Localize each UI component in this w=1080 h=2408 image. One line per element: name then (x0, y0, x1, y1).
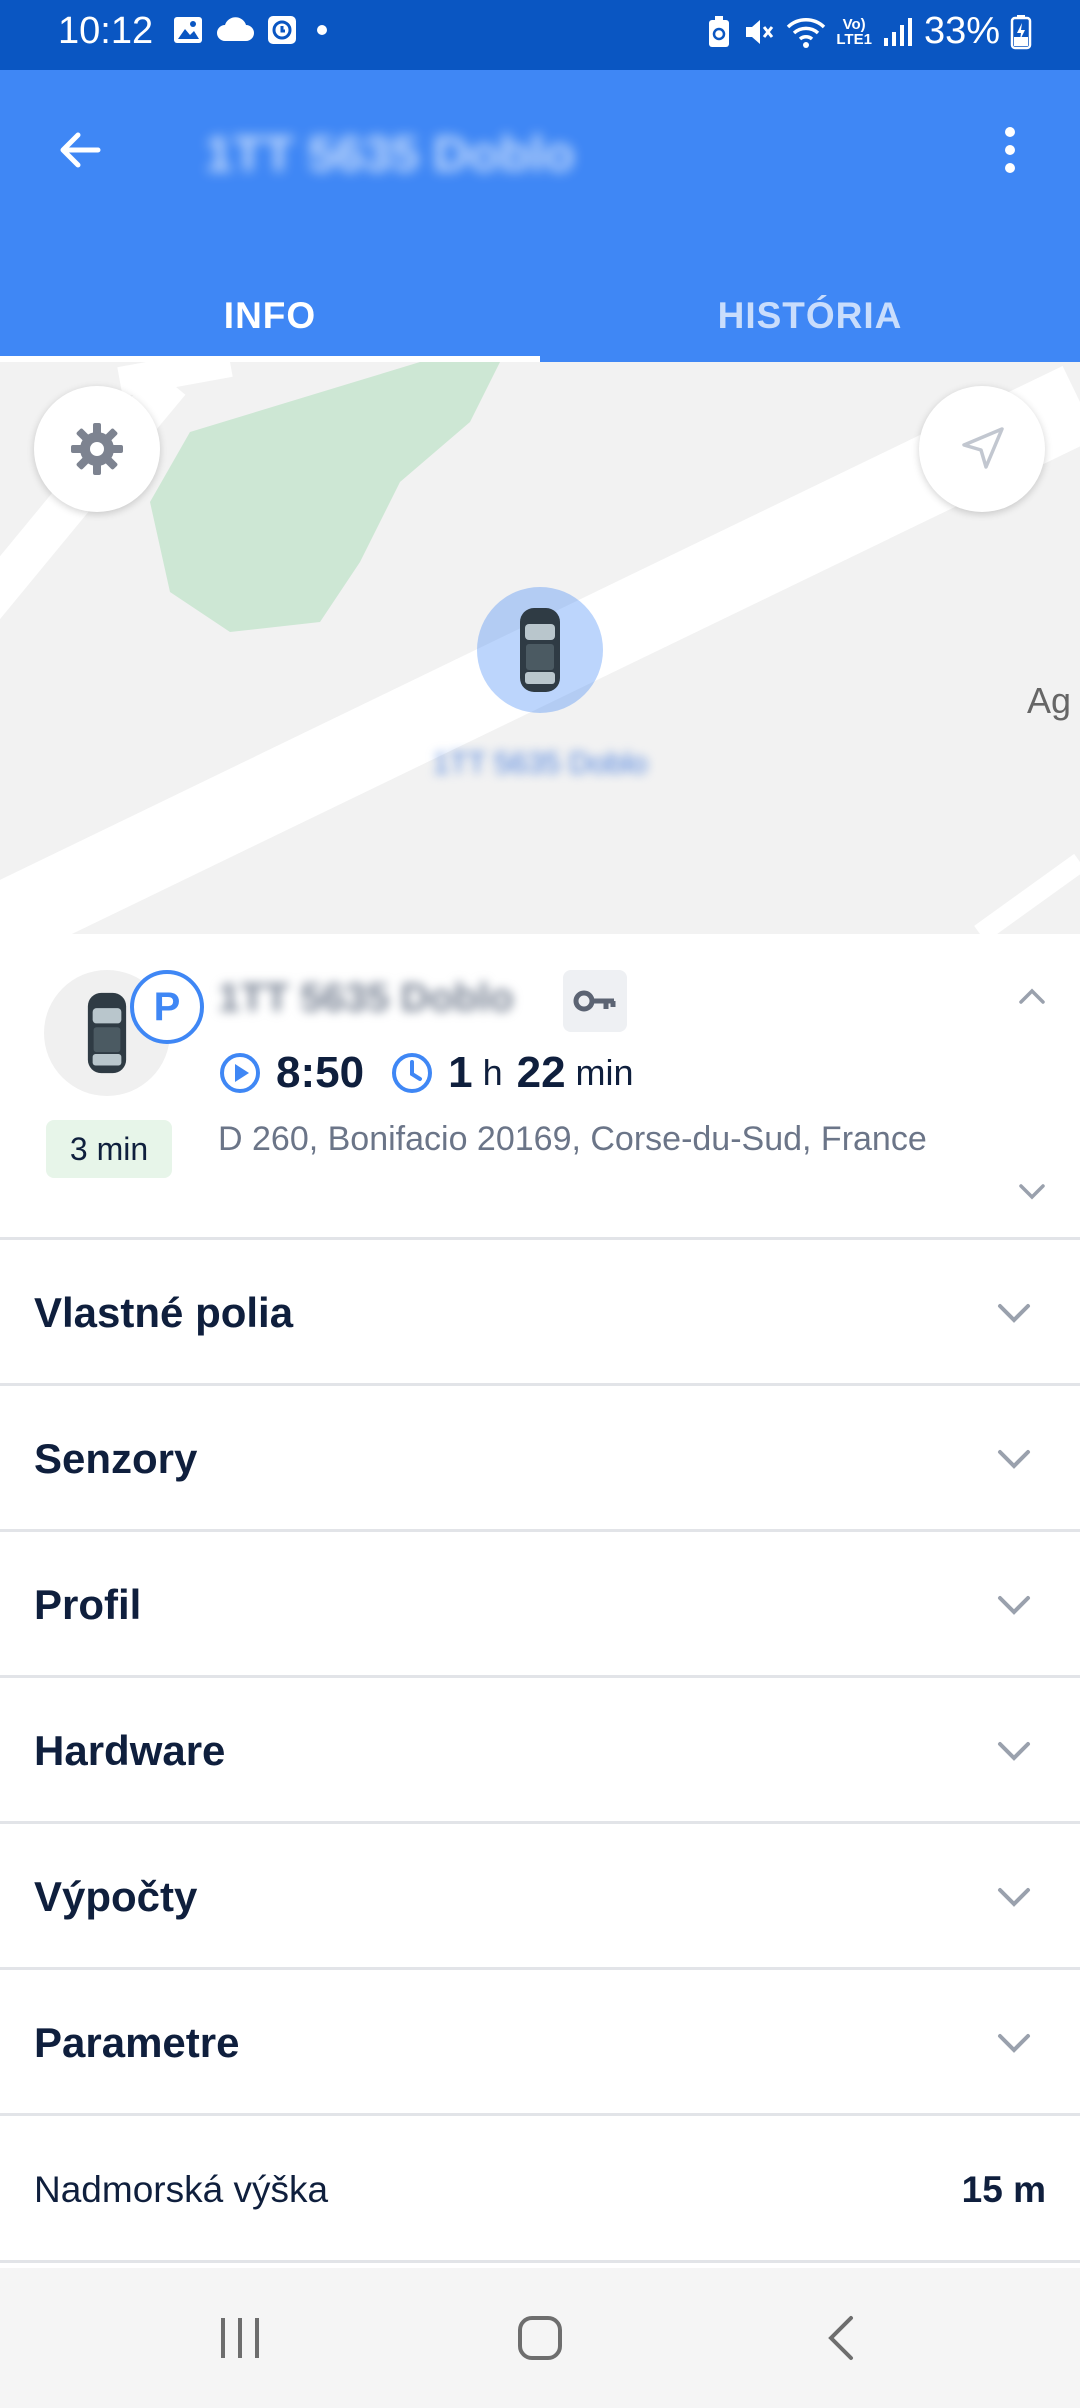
status-right-icons: Vo) LTE1 33% (706, 10, 1032, 53)
trip-duration-minutes: 22 (516, 1048, 566, 1097)
collapse-summary-button[interactable] (1010, 974, 1054, 1018)
navigation-arrow-icon (962, 427, 1004, 469)
trip-info: 8:50 1 h 22 min (218, 1042, 634, 1104)
clock-app-icon (268, 16, 296, 44)
status-left-icons (172, 14, 334, 46)
arrow-left-icon (60, 132, 101, 168)
clock-icon (392, 1053, 433, 1093)
battery-percent: 33% (923, 10, 1000, 52)
expand-button[interactable] (986, 1869, 1042, 1925)
gear-icon (71, 423, 123, 475)
system-nav-bar (0, 2268, 1080, 2408)
section-hardware[interactable]: Hardware (0, 1678, 1080, 1824)
vehicle-title: 1TT 5635 Doblo (205, 126, 575, 182)
chevron-up-icon (1019, 988, 1045, 1004)
dot-icon (317, 25, 327, 35)
cloud-icon (217, 17, 254, 41)
trip-duration-hours: 1 (448, 1048, 473, 1097)
status-time: 10:12 (58, 10, 154, 52)
vehicle-name: 1TT 5635 Doblo (218, 976, 514, 1020)
trip-duration-h-unit: h (482, 1052, 503, 1093)
vehicle-address: D 260, Bonifacio 20169, Corse-du-Sud, Fr… (218, 1120, 927, 1158)
parameter-key: Nadmorská výška (34, 2169, 329, 2210)
more-vertical-icon (1005, 127, 1015, 173)
section-label: Výpočty (34, 1873, 198, 1920)
chevron-down-icon (998, 1450, 1030, 1469)
parking-status-badge: P (130, 970, 204, 1044)
my-location-button[interactable] (919, 386, 1045, 512)
map-settings-button[interactable] (34, 386, 160, 512)
ignition-key-chip (563, 970, 627, 1032)
expand-button[interactable] (986, 1723, 1042, 1779)
car-icon (520, 608, 560, 692)
chevron-down-icon (1019, 1184, 1045, 1200)
signal-icon (883, 17, 912, 46)
map-vehicle-label: 1TT 5635 Doblo (432, 747, 648, 780)
section-label: Profil (34, 1581, 142, 1628)
expand-button[interactable] (986, 1285, 1042, 1341)
section-label: Parametre (34, 2019, 240, 2066)
back-button[interactable] (40, 110, 120, 190)
vehicle-summary[interactable]: P 3 min 1TT 5635 Doblo 8:50 1 h 22 min D… (0, 934, 1080, 1240)
parked-time-badge: 3 min (46, 1120, 172, 1178)
recents-icon (221, 2318, 259, 2358)
recents-button[interactable] (180, 2288, 300, 2388)
status-bar: 10:12 Vo) LTE1 33% (0, 0, 1080, 70)
lte-top-label: Vo) (842, 15, 866, 33)
image-icon (174, 17, 202, 43)
collapse-button[interactable] (986, 2015, 1042, 2071)
chevron-down-icon (998, 1888, 1030, 1907)
battery-icon (1010, 14, 1032, 49)
lte-indicator: Vo) LTE1 (836, 17, 872, 47)
section-sensors[interactable]: Senzory (0, 1386, 1080, 1532)
trip-start-time: 8:50 (276, 1048, 365, 1097)
lte-bottom-label: LTE1 (836, 30, 872, 48)
chevron-down-icon (998, 1596, 1030, 1615)
section-label: Hardware (34, 1727, 226, 1774)
tab-history[interactable]: HISTÓRIA (540, 270, 1080, 362)
car-icon (87, 992, 127, 1074)
overflow-menu-button[interactable] (970, 110, 1050, 190)
map-vehicle-marker[interactable] (477, 587, 603, 713)
expand-summary-button[interactable] (1010, 1170, 1054, 1214)
play-circle-icon (220, 1053, 260, 1093)
system-back-button[interactable] (780, 2288, 900, 2388)
chevron-down-icon (998, 1304, 1030, 1323)
home-button[interactable] (480, 2288, 600, 2388)
trip-duration-min-unit: min (575, 1052, 634, 1093)
wifi-icon (787, 17, 826, 48)
section-parameters[interactable]: Parametre (0, 1970, 1080, 2116)
map-view[interactable]: 1TT 5635 Doblo Ag (0, 362, 1080, 934)
expand-button[interactable] (986, 1577, 1042, 1633)
parameter-row-altitude: Nadmorská výška 15 m (0, 2117, 1080, 2263)
parameter-value: 15 m (961, 2169, 1046, 2210)
section-label: Vlastné polia (34, 1289, 294, 1336)
section-label: Senzory (34, 1435, 198, 1482)
chevron-down-icon (998, 2034, 1030, 2053)
section-calculations[interactable]: Výpočty (0, 1824, 1080, 1970)
map-poi-label: Ag (1027, 680, 1072, 721)
key-icon (573, 990, 616, 1012)
chevron-left-icon (828, 2316, 853, 2360)
section-profile[interactable]: Profil (0, 1532, 1080, 1678)
home-icon (518, 2316, 562, 2360)
section-custom-fields[interactable]: Vlastné polia (0, 1240, 1080, 1386)
expand-button[interactable] (986, 1431, 1042, 1487)
app-bar: 1TT 5635 Doblo INFO HISTÓRIA (0, 70, 1080, 362)
tab-info[interactable]: INFO (0, 270, 540, 362)
chevron-down-icon (998, 1742, 1030, 1761)
mute-icon (746, 19, 774, 44)
battery-saver-icon (709, 15, 730, 47)
